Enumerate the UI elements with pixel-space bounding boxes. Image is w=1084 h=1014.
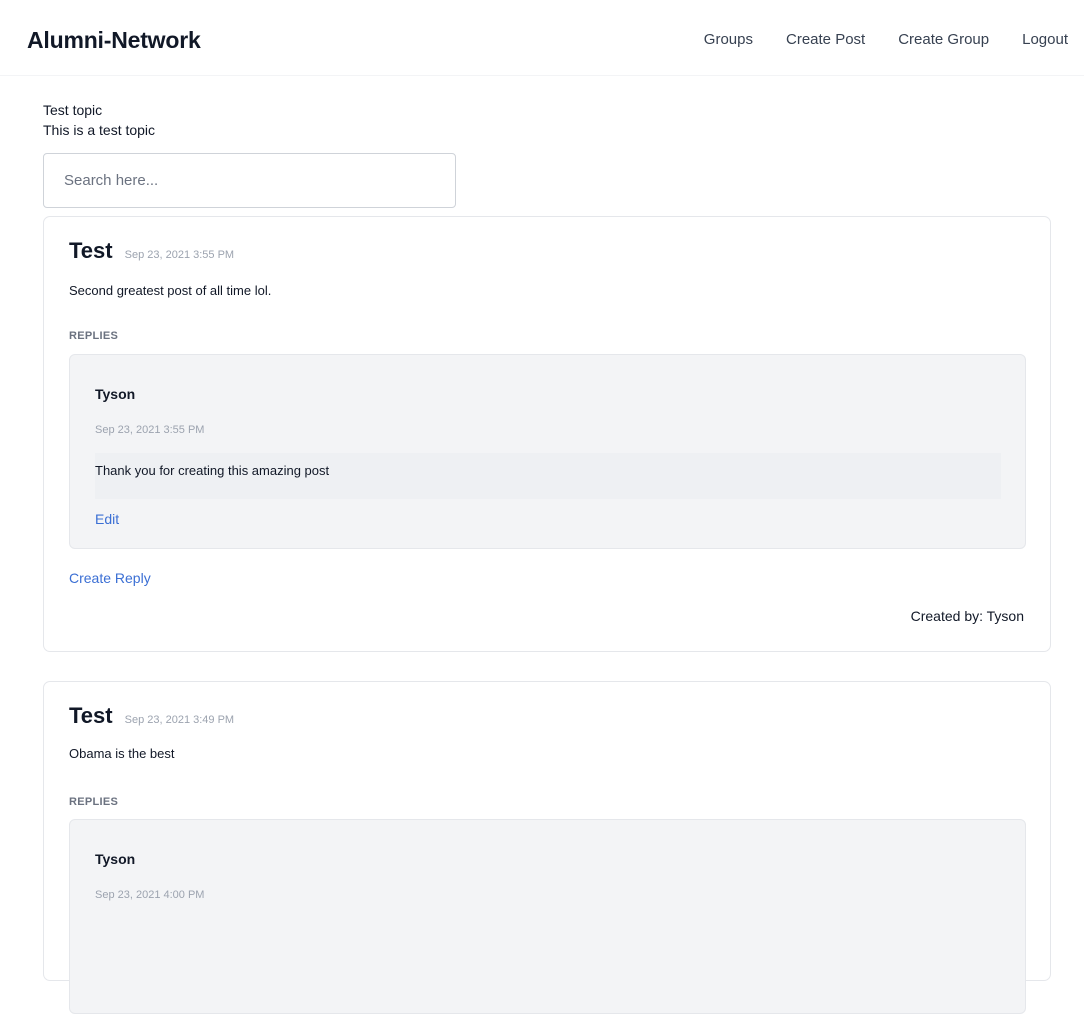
reply-author: Tyson [95,386,136,402]
post-date: Sep 23, 2021 3:49 PM [124,714,235,726]
reply-card: Tyson Sep 23, 2021 3:55 PM Thank you for… [69,354,1026,549]
post-card: Test Sep 23, 2021 3:49 PM Obama is the b… [43,681,1051,1014]
reply-author: Tyson [95,851,136,867]
reply-date: Sep 23, 2021 4:00 PM [95,889,205,901]
nav-link-logout[interactable]: Logout [1022,31,1068,48]
post-header: Test Sep 23, 2021 3:49 PM [69,703,234,729]
search-input[interactable] [43,153,456,208]
post-body: Second greatest post of all time lol. [69,283,272,298]
replies-label: REPLIES [69,796,119,808]
reply-date: Sep 23, 2021 3:55 PM [95,424,205,436]
post-date: Sep 23, 2021 3:55 PM [124,249,235,261]
replies-label: REPLIES [69,330,119,342]
post-body: Obama is the best [69,746,175,761]
create-reply-link[interactable]: Create Reply [69,570,151,586]
post-card: Test Sep 23, 2021 3:55 PM Second greates… [43,216,1051,652]
post-header: Test Sep 23, 2021 3:55 PM [69,238,234,264]
nav-link-groups[interactable]: Groups [704,31,753,48]
post-created-by: Created by: Tyson [910,608,1024,624]
topic-title: Test topic [43,102,103,118]
edit-reply-link[interactable]: Edit [95,511,119,527]
topic-description: This is a test topic [43,122,156,138]
brand-logo[interactable]: Alumni-Network [27,27,201,54]
nav-link-create-group[interactable]: Create Group [898,31,989,48]
post-title: Test [69,703,113,728]
topic-header: Test topic This is a test topic [43,100,155,140]
nav-link-create-post[interactable]: Create Post [786,31,865,48]
nav-links: Groups Create Post Create Group Logout [704,31,1068,48]
reply-card: Tyson Sep 23, 2021 4:00 PM [69,819,1026,1014]
reply-body: Thank you for creating this amazing post [95,453,1001,499]
post-title: Test [69,238,113,263]
top-navbar: Alumni-Network Groups Create Post Create… [0,0,1084,76]
